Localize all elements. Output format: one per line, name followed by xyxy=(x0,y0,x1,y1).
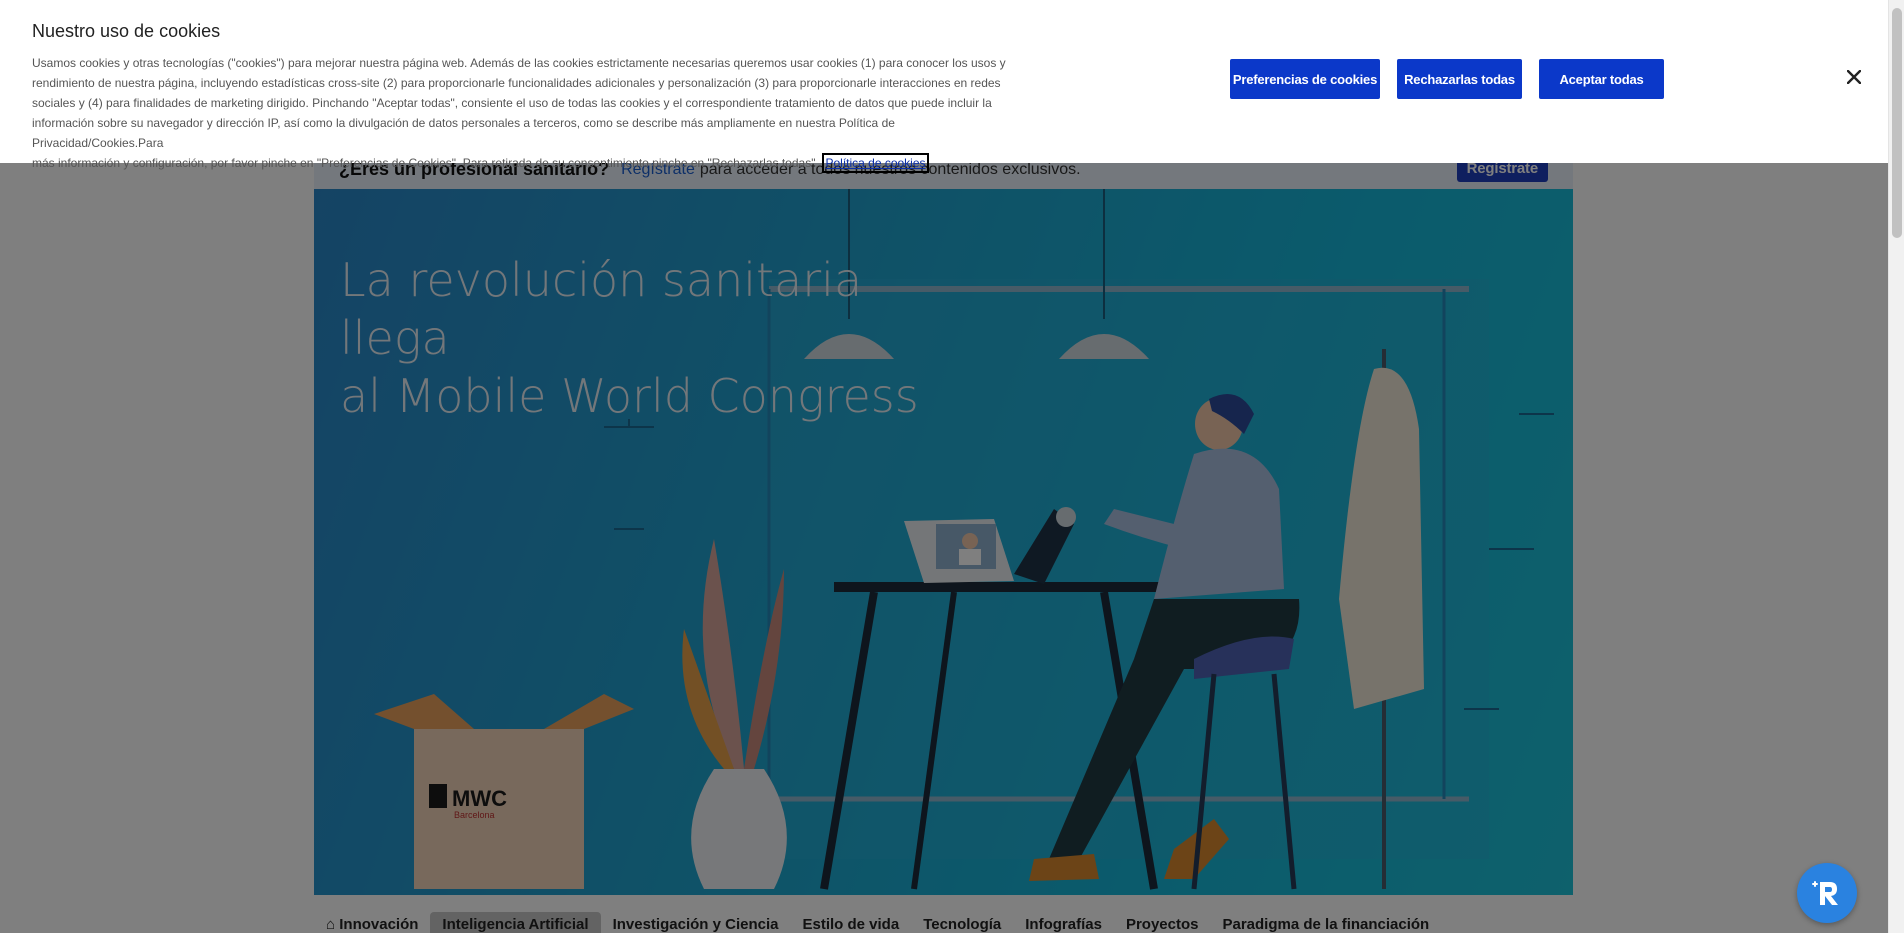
cookie-text-line: información sobre su navegador y direcci… xyxy=(32,116,895,150)
cookie-banner: Nuestro uso de cookies Usamos cookies y … xyxy=(0,0,1888,173)
scrollbar[interactable] xyxy=(1888,0,1904,933)
cookie-text-line: rendimiento de nuestra página, incluyend… xyxy=(32,76,1001,90)
accept-all-button[interactable]: Aceptar todas xyxy=(1539,59,1664,99)
assistant-icon xyxy=(1812,881,1838,905)
assistant-fab-button[interactable] xyxy=(1797,863,1857,923)
cookie-policy-link[interactable]: Política de cookies xyxy=(822,153,929,173)
cookie-text-line-last: más información y configuración, por fav… xyxy=(32,153,1022,173)
cookie-preferences-button[interactable]: Preferencias de cookies xyxy=(1230,59,1380,99)
scrollbar-thumb[interactable] xyxy=(1892,8,1902,238)
cookie-banner-title: Nuestro uso de cookies xyxy=(32,21,221,41)
cookie-text-line: más información y configuración, por fav… xyxy=(32,156,819,170)
reject-all-button[interactable]: Rechazarlas todas xyxy=(1397,59,1522,99)
cookie-text-line: sociales y (4) para finalidades de marke… xyxy=(32,96,992,110)
cookie-banner-text: Usamos cookies y otras tecnologías ("coo… xyxy=(32,53,1022,173)
close-icon[interactable] xyxy=(1844,67,1864,87)
cookie-text-line: Usamos cookies y otras tecnologías ("coo… xyxy=(32,56,1006,70)
